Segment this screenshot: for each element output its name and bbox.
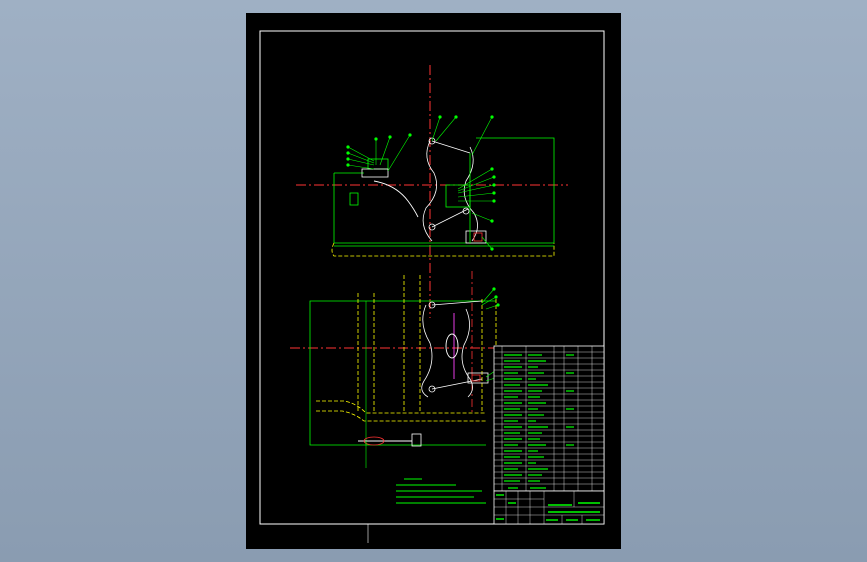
cad-viewer-canvas[interactable] <box>0 0 867 562</box>
top-hinge-box-red <box>473 232 483 242</box>
top-linkage-arm <box>373 180 419 218</box>
top-view <box>296 65 568 318</box>
top-break-line-right <box>463 146 478 242</box>
bottom-cam-part <box>445 333 459 359</box>
drawing-sheet <box>246 13 621 549</box>
parts-list-table <box>493 345 605 492</box>
cad-drawing <box>259 30 605 543</box>
top-arm-link <box>431 140 471 154</box>
bottom-break-line-right <box>461 308 473 398</box>
top-arm-link-2 <box>431 208 469 228</box>
title-block <box>493 490 605 525</box>
technical-notes <box>396 478 486 504</box>
top-base-rail <box>331 242 555 257</box>
top-leader-lines <box>346 115 496 251</box>
bottom-break-line-left <box>421 304 433 398</box>
bottom-view <box>290 271 500 468</box>
bottom-actuator-block <box>411 433 422 447</box>
bottom-link-top <box>431 300 483 306</box>
top-small-block <box>349 192 359 206</box>
bottom-link-bottom <box>431 378 483 390</box>
top-bracket-left-2 <box>361 168 389 178</box>
top-outline <box>333 137 555 244</box>
